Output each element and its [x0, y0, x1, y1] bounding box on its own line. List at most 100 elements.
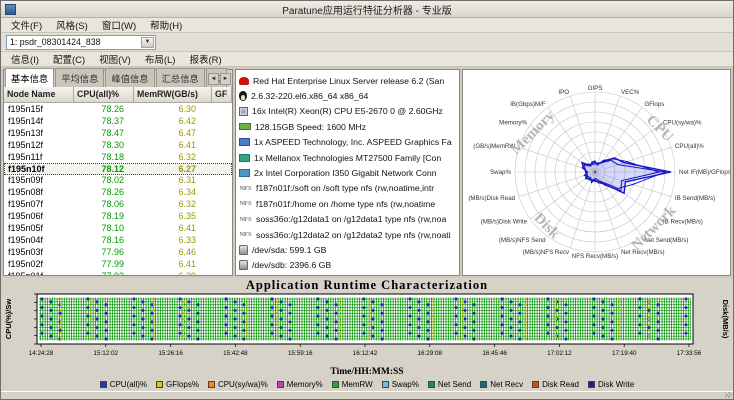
menu-item-top-0[interactable]: 文件(F): [4, 17, 49, 33]
list-item[interactable]: /dev/sda: 599.1 GB: [239, 242, 459, 257]
info-item-text: 16x Intel(R) Xeon(R) CPU E5-2670 0 @ 2.6…: [252, 106, 443, 116]
table-row[interactable]: f195n13f78.476.47: [4, 127, 232, 139]
info-item-text: /dev/sda: 599.1 GB: [252, 245, 326, 255]
tab-scroll-left-icon[interactable]: ◄: [208, 73, 219, 85]
tab-scroll-right-icon[interactable]: ►: [220, 73, 231, 85]
tab-2[interactable]: 峰值信息: [105, 68, 154, 87]
cell-cpu: 77.96: [74, 247, 134, 257]
y-axis-label-right: Disk(MB/s): [721, 300, 730, 339]
menu-item-second-2[interactable]: 视图(V): [92, 51, 138, 67]
table-row[interactable]: f195n07f78.066.32: [4, 198, 232, 210]
list-item[interactable]: 2x Intel Corporation I350 Gigabit Networ…: [239, 165, 459, 180]
table-row[interactable]: f195n04f78.166.33: [4, 234, 232, 246]
titlebar[interactable]: Paratune应用运行特征分析器 - 专业版: [1, 1, 733, 18]
band-accent-marker: [60, 298, 62, 300]
band-accent-marker: [555, 312, 557, 314]
legend-swatch: [480, 381, 487, 388]
radar-chart: GIPSVEC%GFlopsCPU(sy/wa)%CPU(all)%Net IF…: [463, 70, 731, 276]
list-item[interactable]: 16x Intel(R) Xeon(R) CPU E5-2670 0 @ 2.6…: [239, 104, 459, 119]
info-item-text: 128.15GB Speed: 1600 MHz: [255, 122, 366, 132]
band-accent-marker: [462, 329, 464, 331]
menu-item-top-1[interactable]: 风格(S): [49, 17, 95, 33]
tab-3[interactable]: 汇总信息: [156, 68, 205, 87]
legend-item-9[interactable]: Disk Write: [588, 380, 634, 389]
list-item[interactable]: Red Hat Enterprise Linux Server release …: [239, 73, 459, 88]
list-item[interactable]: 1x Mellanox Technologies MT27500 Family …: [239, 150, 459, 165]
band-accent-marker: [339, 298, 341, 300]
legend-item-8[interactable]: Disk Read: [532, 380, 579, 389]
legend-item-2[interactable]: CPU(sy/wa)%: [208, 380, 268, 389]
list-item[interactable]: 128.15GB Speed: 1600 MHz: [239, 119, 459, 134]
tab-1[interactable]: 平均信息: [55, 68, 104, 87]
cell-cpu: 78.30: [74, 140, 134, 150]
chevron-down-icon[interactable]: ▼: [141, 37, 154, 48]
band-accent-marker: [153, 309, 155, 311]
band-accent-marker: [525, 298, 527, 300]
list-item[interactable]: NFSf187n01f:/home on /home type nfs (rw,…: [239, 196, 459, 211]
cell-node-name: f195n06f: [4, 211, 74, 221]
band-accent-marker: [276, 318, 278, 320]
table-row[interactable]: f195n11f78.186.32: [4, 151, 232, 163]
cell-node-name: f195n04f: [4, 235, 74, 245]
legend-item-1[interactable]: GFlops%: [156, 380, 199, 389]
table-row[interactable]: f195n15f78.266.30: [4, 103, 232, 115]
band-accent-marker: [555, 335, 557, 337]
info-item-text: f187n01f:/home on /home type nfs (rw,noa…: [256, 199, 435, 209]
menu-item-second-1[interactable]: 配置(C): [46, 51, 92, 67]
legend-swatch: [277, 381, 284, 388]
band-accent-marker: [462, 335, 464, 337]
band-accent-marker: [153, 304, 155, 306]
cell-cpu: 77.93: [74, 271, 134, 275]
table-row[interactable]: f195n10f78.126.27: [4, 163, 232, 175]
menu-item-second-4[interactable]: 报表(R): [182, 51, 228, 67]
system-info-list: Red Hat Enterprise Linux Server release …: [239, 73, 459, 273]
cell-memrw: 6.34: [134, 187, 212, 197]
tab-0[interactable]: 基本信息: [5, 68, 54, 87]
band-accent-marker: [432, 309, 434, 311]
list-item[interactable]: 2.6.32-220.el6.x86_64 x86_64: [239, 88, 459, 103]
radar-axis-label: IPO: [558, 89, 569, 96]
table-row[interactable]: f195n14f78.376.42: [4, 115, 232, 127]
list-item[interactable]: NFSf187n01f:/soft on /soft type nfs (rw,…: [239, 181, 459, 196]
legend-item-3[interactable]: Memory%: [277, 380, 323, 389]
menu-item-second-0[interactable]: 信息(I): [4, 51, 46, 67]
cell-node-name: f195n05f: [4, 223, 74, 233]
cell-memrw: 6.31: [134, 175, 212, 185]
cell-memrw: 6.47: [134, 128, 212, 138]
legend-item-5[interactable]: Swap%: [382, 380, 419, 389]
nfs-icon: NFS: [239, 183, 252, 193]
table-row[interactable]: f195n02f77.996.41: [4, 258, 232, 270]
menu-item-second-3[interactable]: 布局(L): [138, 51, 183, 67]
legend-item-6[interactable]: Net Send: [428, 380, 471, 389]
menu-item-top-3[interactable]: 帮助(H): [143, 17, 189, 33]
column-header-0[interactable]: Node Name: [4, 87, 74, 103]
radar-center-dot: [594, 171, 596, 173]
table-row[interactable]: f195n01f77.936.29: [4, 270, 232, 275]
band-accent-marker: [153, 338, 155, 340]
list-item[interactable]: /dev/sdb: 2396.6 GB: [239, 258, 459, 273]
table-row[interactable]: f195n06f78.196.35: [4, 210, 232, 222]
table-row[interactable]: f195n08f78.266.34: [4, 186, 232, 198]
table-row[interactable]: f195n12f78.306.41: [4, 139, 232, 151]
legend-item-0[interactable]: CPU(all)%: [100, 380, 147, 389]
list-item[interactable]: NFSsoss36o:/g12data2 on /g12data2 type n…: [239, 227, 459, 242]
legend-item-7[interactable]: Net Recv: [480, 380, 523, 389]
band-accent-marker: [60, 332, 62, 334]
column-header-2[interactable]: MemRW(GB/s): [134, 87, 212, 103]
column-header-1[interactable]: CPU(all)%: [74, 87, 134, 103]
resize-grip[interactable]: [725, 392, 732, 398]
legend-swatch: [332, 381, 339, 388]
x-tick-label: 16:45:46: [482, 350, 507, 357]
session-combobox[interactable]: 1: psdr_08301424_838 ▼: [6, 35, 156, 50]
redhat-icon: [239, 77, 249, 85]
table-row[interactable]: f195n03f77.966.46: [4, 246, 232, 258]
radar-axis-label: CPU(all)%: [675, 143, 704, 150]
list-item[interactable]: 1x ASPEED Technology, Inc. ASPEED Graphi…: [239, 135, 459, 150]
legend-item-4[interactable]: MemRW: [332, 380, 373, 389]
list-item[interactable]: NFSsoss36o:/g12data1 on /g12data1 type n…: [239, 212, 459, 227]
table-row[interactable]: f195n09f78.026.31: [4, 175, 232, 187]
menu-item-top-2[interactable]: 窗口(W): [95, 17, 143, 33]
column-header-3[interactable]: GF: [212, 87, 232, 103]
table-row[interactable]: f195n05f78.106.41: [4, 222, 232, 234]
band-accent-marker: [183, 329, 185, 331]
